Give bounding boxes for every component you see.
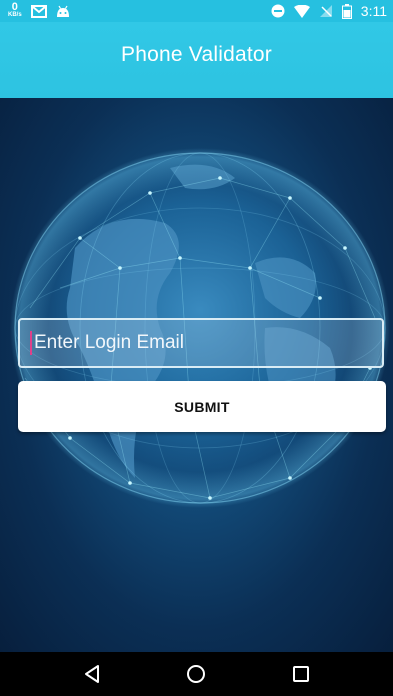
globe-network-illustration xyxy=(10,148,390,508)
back-icon[interactable] xyxy=(72,654,112,694)
status-left: 0 KB/s xyxy=(8,1,70,19)
network-speed-unit: KB/s xyxy=(8,12,22,18)
text-cursor xyxy=(30,331,32,355)
battery-icon xyxy=(341,3,352,19)
phone-screen: 0 KB/s 3:11 Phone Validator Enter Login … xyxy=(0,0,393,696)
email-input[interactable] xyxy=(34,332,364,354)
network-speed-value: 0 xyxy=(11,1,18,13)
background xyxy=(0,98,393,652)
mail-icon xyxy=(30,4,47,18)
home-icon[interactable] xyxy=(176,654,216,694)
submit-button[interactable]: SUBMIT xyxy=(18,381,386,432)
do-not-disturb-icon xyxy=(271,4,285,18)
android-icon xyxy=(56,5,70,18)
email-field[interactable] xyxy=(18,318,384,368)
app-title: Phone Validator xyxy=(121,43,272,66)
status-right: 3:11 xyxy=(271,3,387,19)
app-bar: Phone Validator xyxy=(0,22,393,98)
status-time: 3:11 xyxy=(360,3,387,19)
status-bar: 0 KB/s 3:11 xyxy=(0,0,393,22)
network-speed: 0 KB/s xyxy=(8,1,22,19)
recents-icon[interactable] xyxy=(281,654,321,694)
no-signal-icon xyxy=(319,4,333,18)
navigation-bar xyxy=(0,652,393,696)
wifi-icon xyxy=(293,4,310,18)
